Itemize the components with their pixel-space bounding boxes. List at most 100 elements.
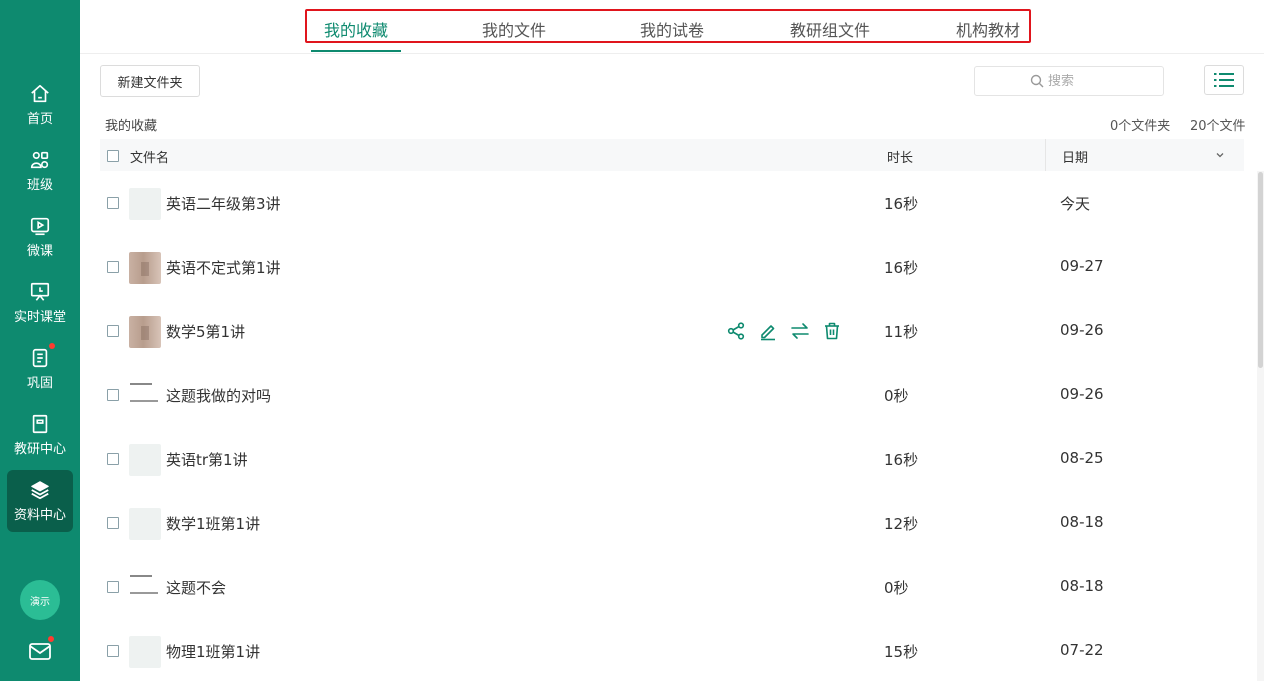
file-thumbnail — [129, 316, 161, 348]
mail-icon — [29, 643, 51, 660]
sidebar-item-label: 实时课堂 — [13, 310, 66, 325]
table-row[interactable]: 数学1班第1讲 12秒 08-18 — [100, 491, 1244, 555]
table-row[interactable]: 英语tr第1讲 16秒 08-25 — [100, 427, 1244, 491]
row-checkbox[interactable] — [107, 581, 119, 593]
tab-my-papers[interactable]: 我的试卷 — [640, 17, 704, 41]
tab-favorites[interactable]: 我的收藏 — [324, 17, 388, 41]
video-icon — [30, 217, 50, 236]
file-name[interactable]: 数学1班第1讲 — [166, 513, 260, 534]
sidebar-item-label: 班级 — [26, 178, 53, 193]
row-checkbox[interactable] — [107, 389, 119, 401]
file-name[interactable]: 物理1班第1讲 — [166, 641, 260, 662]
sidebar-item-label: 首页 — [26, 112, 53, 127]
class-icon — [30, 151, 49, 169]
column-header-date: 日期 — [1062, 151, 1089, 166]
sidebar-item-consolidate[interactable]: 巩固 — [7, 338, 73, 400]
sidebar-item-microlesson[interactable]: 微课 — [7, 206, 73, 268]
column-header-name: 文件名 — [130, 151, 170, 166]
notebook-icon — [32, 348, 48, 368]
table-row[interactable]: 这题我做的对吗 0秒 09-26 — [100, 363, 1244, 427]
tab-institution-materials[interactable]: 机构教材 — [956, 17, 1020, 41]
column-header-duration: 时长 — [887, 151, 914, 166]
tab-bar: 我的收藏 我的文件 我的试卷 教研组文件 机构教材 — [80, 0, 1264, 54]
row-checkbox[interactable] — [107, 325, 119, 337]
table-row[interactable]: 数学5第1讲 11秒 09-26 — [100, 299, 1244, 363]
sidebar-item-label: 微课 — [26, 244, 53, 259]
share-icon[interactable] — [726, 321, 746, 341]
row-checkbox[interactable] — [107, 517, 119, 529]
demo-button[interactable]: 演示 — [20, 580, 60, 620]
file-list: 英语二年级第3讲 16秒 今天 英语不定式第1讲 16秒 09-27 数学5第1… — [100, 171, 1244, 681]
file-duration: 15秒 — [884, 643, 919, 661]
file-duration: 12秒 — [884, 515, 919, 533]
file-thumbnail — [129, 508, 161, 540]
file-duration: 11秒 — [884, 323, 919, 341]
new-folder-button[interactable]: 新建文件夹 — [100, 65, 200, 97]
live-classroom-icon — [30, 282, 50, 301]
list-view-button[interactable] — [1204, 65, 1244, 95]
file-thumbnail — [129, 188, 161, 220]
move-icon[interactable] — [790, 321, 810, 341]
book-icon — [32, 414, 48, 434]
file-count: 20个文件 — [1190, 119, 1246, 134]
file-duration: 16秒 — [884, 195, 919, 213]
table-row[interactable]: 英语二年级第3讲 16秒 今天 — [100, 171, 1244, 235]
active-tab-underline — [311, 50, 401, 52]
file-duration: 0秒 — [884, 387, 909, 405]
folder-count: 0个文件夹 — [1110, 119, 1171, 134]
file-thumbnail — [129, 444, 161, 476]
select-all-checkbox[interactable] — [107, 150, 119, 162]
sidebar-item-class[interactable]: 班级 — [7, 140, 73, 202]
tab-research-group-files[interactable]: 教研组文件 — [790, 17, 870, 41]
file-date: 08-18 — [1060, 513, 1104, 531]
sidebar-item-label: 教研中心 — [13, 442, 66, 457]
file-name[interactable]: 英语不定式第1讲 — [166, 257, 281, 278]
sidebar-item-live-classroom[interactable]: 实时课堂 — [7, 272, 73, 334]
notification-badge — [49, 343, 55, 349]
file-name[interactable]: 数学5第1讲 — [166, 321, 245, 342]
edit-icon[interactable] — [758, 321, 778, 341]
breadcrumb: 我的收藏 — [105, 119, 158, 134]
sidebar-item-label: 资料中心 — [13, 508, 66, 523]
sidebar-item-research-center[interactable]: 教研中心 — [7, 404, 73, 466]
file-thumbnail — [129, 380, 161, 412]
delete-icon[interactable] — [822, 321, 842, 341]
sidebar-item-resource-center[interactable]: 资料中心 — [7, 470, 73, 532]
layers-icon — [31, 481, 49, 500]
file-duration: 0秒 — [884, 579, 909, 597]
row-checkbox[interactable] — [107, 261, 119, 273]
file-duration: 16秒 — [884, 259, 919, 277]
search-input[interactable] — [1048, 73, 1108, 89]
column-divider — [1045, 139, 1046, 171]
mail-button[interactable] — [28, 636, 54, 662]
table-header: 文件名 时长 日期 — [100, 139, 1244, 171]
notification-badge — [48, 636, 54, 642]
file-thumbnail — [129, 572, 161, 604]
file-name[interactable]: 英语tr第1讲 — [166, 449, 248, 470]
file-thumbnail — [129, 636, 161, 668]
file-date: 09-26 — [1060, 385, 1104, 403]
list-icon — [1214, 73, 1234, 87]
table-row[interactable]: 这题不会 0秒 08-18 — [100, 555, 1244, 619]
tab-my-files[interactable]: 我的文件 — [482, 17, 546, 41]
file-name[interactable]: 这题不会 — [166, 577, 226, 598]
scrollbar-thumb[interactable] — [1258, 172, 1263, 368]
file-date: 08-25 — [1060, 449, 1104, 467]
row-checkbox[interactable] — [107, 645, 119, 657]
search-box[interactable] — [974, 66, 1164, 96]
sidebar: 首页 班级 微课 实时课堂 巩固 教研中心 资料中心 演示 — [0, 0, 80, 681]
search-icon — [1030, 74, 1044, 88]
chevron-down-icon[interactable] — [1213, 148, 1227, 162]
file-date: 今天 — [1060, 195, 1091, 213]
row-checkbox[interactable] — [107, 197, 119, 209]
sidebar-item-label: 巩固 — [26, 376, 53, 391]
file-name[interactable]: 这题我做的对吗 — [166, 385, 271, 406]
sidebar-item-home[interactable]: 首页 — [7, 74, 73, 136]
table-row[interactable]: 英语不定式第1讲 16秒 09-27 — [100, 235, 1244, 299]
file-name[interactable]: 英语二年级第3讲 — [166, 193, 281, 214]
table-row[interactable]: 物理1班第1讲 15秒 07-22 — [100, 619, 1244, 681]
file-duration: 16秒 — [884, 451, 919, 469]
file-thumbnail — [129, 252, 161, 284]
row-checkbox[interactable] — [107, 453, 119, 465]
file-date: 09-27 — [1060, 257, 1104, 275]
